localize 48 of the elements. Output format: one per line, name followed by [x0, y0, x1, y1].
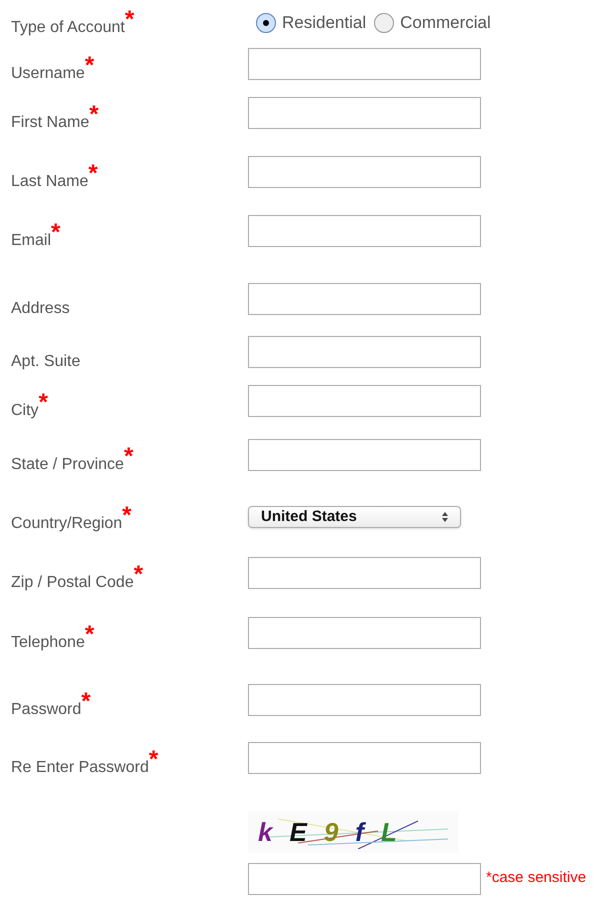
captcha-character: k: [258, 816, 272, 848]
field-label: Password: [11, 700, 82, 720]
text-field[interactable]: [248, 617, 481, 649]
field-label: Telephone: [11, 633, 85, 653]
case-sensitive-note: *case sensitive: [486, 868, 586, 888]
required-asterisk: *: [89, 103, 99, 127]
field-label: Re Enter Password: [11, 758, 149, 778]
text-field[interactable]: [248, 439, 481, 471]
required-asterisk: *: [124, 8, 134, 32]
field-label: Country/Region: [11, 515, 122, 534]
field-label: Email: [11, 232, 52, 251]
radio-button[interactable]: [256, 12, 276, 33]
text-field[interactable]: [248, 336, 481, 368]
radio-option[interactable]: Commercial: [374, 10, 491, 36]
field-label: Type of Account: [11, 18, 125, 38]
text-field[interactable]: [248, 385, 481, 417]
text-field[interactable]: [248, 557, 481, 589]
required-asterisk: *: [124, 445, 134, 469]
field-label: Address: [11, 299, 70, 319]
required-asterisk: *: [81, 690, 91, 714]
required-asterisk: *: [84, 54, 94, 78]
field-label: Last Name: [11, 172, 88, 192]
field-label: First Name: [11, 113, 90, 133]
field-label: Username: [11, 64, 85, 84]
required-asterisk: *: [122, 504, 132, 528]
required-asterisk: *: [88, 162, 98, 186]
field-label: State / Province: [11, 455, 124, 475]
text-field[interactable]: [248, 97, 481, 129]
text-field[interactable]: [248, 48, 481, 80]
field-label: Zip / Postal Code: [11, 573, 134, 593]
required-asterisk: *: [84, 623, 94, 647]
radio-button[interactable]: [374, 12, 394, 33]
required-asterisk: *: [134, 563, 144, 587]
required-asterisk: *: [38, 391, 48, 415]
text-field[interactable]: [248, 156, 481, 188]
field-label: Apt. Suite: [11, 352, 80, 372]
text-field[interactable]: [248, 215, 481, 247]
text-field[interactable]: [248, 283, 481, 315]
required-asterisk: *: [51, 221, 60, 245]
captcha-field[interactable]: [248, 863, 481, 895]
radio-option[interactable]: Residential: [256, 10, 366, 36]
field-label: City: [11, 402, 39, 421]
password-field[interactable]: [248, 742, 481, 774]
password-field[interactable]: [248, 684, 481, 716]
captcha-character: E: [289, 816, 307, 848]
country-select[interactable]: United States: [248, 506, 461, 528]
stepper-arrows-icon: [442, 512, 448, 522]
required-asterisk: *: [148, 748, 158, 772]
